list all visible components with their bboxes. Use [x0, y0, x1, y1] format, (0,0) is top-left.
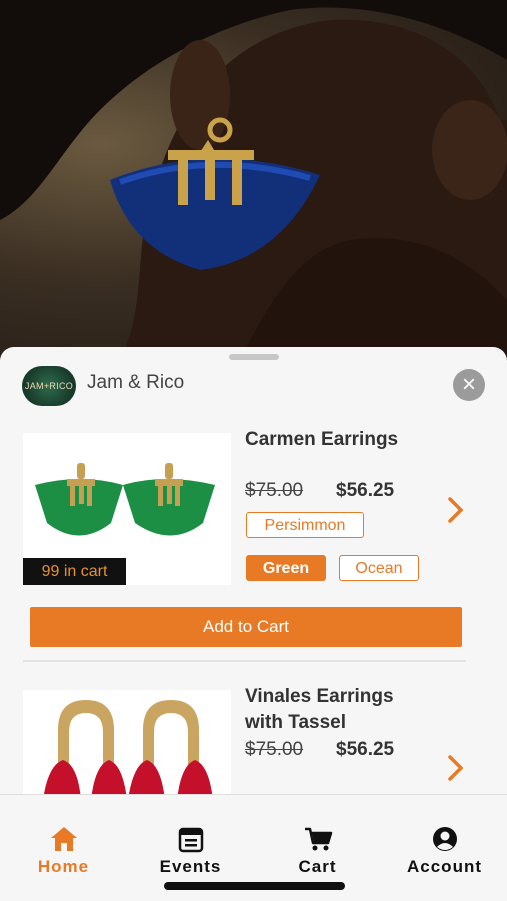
option-ocean[interactable]: Ocean [339, 555, 419, 581]
add-to-cart-button[interactable]: Add to Cart [30, 607, 462, 647]
chevron-right-icon[interactable] [446, 495, 466, 525]
tab-label: Cart [298, 857, 337, 876]
option-persimmon[interactable]: Persimmon [246, 512, 364, 538]
product-image-carmen[interactable]: 99 in cart [23, 433, 231, 585]
tab-label: Events [159, 857, 222, 876]
tab-account[interactable]: Account [381, 795, 507, 895]
tab-label: Account [407, 857, 482, 876]
tab-label: Home [37, 857, 90, 876]
hero-product-photo [0, 0, 507, 360]
original-price: $75.00 [245, 480, 304, 501]
original-price: $75.00 [245, 739, 304, 760]
close-icon: × [461, 371, 476, 398]
brand-logo: JAM+RICO [22, 366, 76, 406]
cart-quantity-badge: 99 in cart [23, 558, 126, 585]
product-image-vinales[interactable] [23, 690, 231, 800]
product-title[interactable]: Carmen Earrings [245, 427, 398, 453]
divider [23, 660, 466, 662]
home-icon [50, 827, 77, 851]
chevron-right-icon[interactable] [446, 753, 466, 783]
product-title[interactable]: Vinales Earrings with Tassel [245, 684, 394, 736]
sale-price: $56.25 [336, 739, 395, 760]
calendar-icon [178, 827, 203, 853]
option-green[interactable]: Green [246, 555, 326, 581]
cart-icon [304, 827, 332, 851]
brand-name: Jam & Rico [87, 372, 185, 393]
home-indicator [164, 882, 345, 890]
tab-home[interactable]: Home [0, 795, 127, 895]
close-button[interactable]: × [453, 369, 485, 401]
drag-handle[interactable] [229, 354, 279, 360]
tab-cart[interactable]: Cart [254, 795, 381, 895]
tab-events[interactable]: Events [127, 795, 254, 895]
sale-price: $56.25 [336, 480, 395, 501]
account-icon [432, 827, 457, 851]
red-tassel-earrings-image [43, 700, 213, 800]
